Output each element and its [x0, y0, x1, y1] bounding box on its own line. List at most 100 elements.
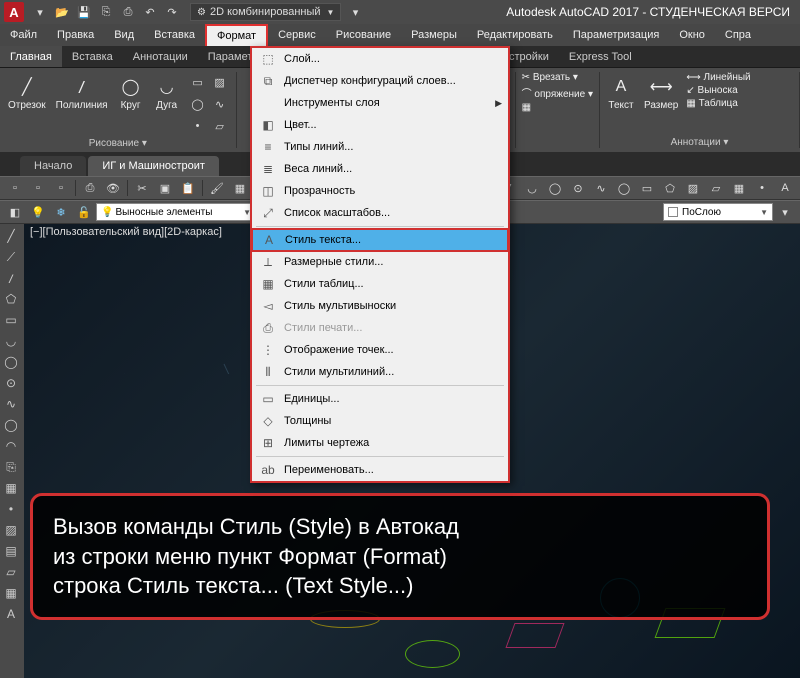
- format-menu-item-6[interactable]: ◫Прозрачность: [252, 180, 508, 202]
- tb-morecolor-icon[interactable]: ▾: [774, 202, 796, 222]
- menu-item-формат[interactable]: Формат: [205, 24, 268, 46]
- menu-item-вставка[interactable]: Вставка: [144, 24, 205, 46]
- format-menu-item-5[interactable]: ≣Веса линий...: [252, 158, 508, 180]
- tb-hatch2-icon[interactable]: ▨: [682, 178, 704, 198]
- qat-more-icon[interactable]: ▾: [345, 2, 365, 22]
- format-menu-item-2[interactable]: Инструменты слоя▶: [252, 92, 508, 114]
- spline-icon[interactable]: ∿: [210, 94, 230, 114]
- tb-rect2-icon[interactable]: ▭: [636, 178, 658, 198]
- tool-dimension[interactable]: ⟷Размер: [642, 72, 680, 113]
- tb-open-icon[interactable]: ▫: [27, 178, 49, 198]
- pal-txt-icon[interactable]: A: [0, 604, 22, 624]
- format-menu-item-15[interactable]: ⫴Стили мультилиний...: [252, 361, 508, 383]
- rect-icon[interactable]: ▭: [188, 72, 208, 92]
- tb-new-icon[interactable]: ▫: [4, 178, 26, 198]
- tool-text[interactable]: AТекст: [606, 72, 636, 113]
- color-dropdown[interactable]: ПоСлою ▼: [663, 203, 773, 221]
- format-menu-item-0[interactable]: ⬚Слой...: [252, 48, 508, 70]
- menu-item-размеры[interactable]: Размеры: [401, 24, 467, 46]
- ellipse-icon[interactable]: ◯: [188, 94, 208, 114]
- new-icon[interactable]: ▾: [30, 2, 50, 22]
- tool-circle[interactable]: ◯Круг: [116, 72, 146, 113]
- saveas-icon[interactable]: ⎘: [96, 2, 116, 22]
- menu-item-вид[interactable]: Вид: [104, 24, 144, 46]
- menu-item-правка[interactable]: Правка: [47, 24, 104, 46]
- tb-preview-icon[interactable]: 👁: [102, 178, 124, 198]
- pal-tbl-icon[interactable]: ▦: [0, 583, 22, 603]
- modify-item-3[interactable]: ▦: [522, 102, 531, 113]
- tool-polyline[interactable]: ⳆПолилиния: [54, 72, 110, 113]
- ribbon-tab-8[interactable]: Express Tool: [559, 46, 642, 67]
- format-menu-item-21[interactable]: abПереименовать...: [252, 459, 508, 481]
- workspace-dropdown[interactable]: ⚙ 2D комбинированный ▼: [190, 3, 341, 21]
- menu-item-спра[interactable]: Спра: [715, 24, 761, 46]
- doc-tab-0[interactable]: Начало: [20, 156, 86, 176]
- pal-hatch-icon[interactable]: ▨: [0, 520, 22, 540]
- open-icon[interactable]: 📂: [52, 2, 72, 22]
- menu-item-файл[interactable]: Файл: [0, 24, 47, 46]
- tb-match-icon[interactable]: 🖌: [206, 178, 228, 198]
- pal-line-icon[interactable]: ╱: [0, 226, 22, 246]
- ribbon-tab-1[interactable]: Вставка: [62, 46, 123, 67]
- tb-plot-icon[interactable]: ⎙: [79, 178, 101, 198]
- pal-pline-icon[interactable]: Ⳇ: [0, 268, 22, 288]
- tool-line[interactable]: ╱Отрезок: [6, 72, 48, 113]
- tb-lock-icon[interactable]: 🔓: [73, 202, 95, 222]
- pal-spl-icon[interactable]: ∿: [0, 394, 22, 414]
- panel-title-annotation[interactable]: Аннотации ▾: [606, 135, 793, 148]
- format-menu-item-11[interactable]: ▦Стили таблиц...: [252, 273, 508, 295]
- app-logo[interactable]: A: [4, 2, 24, 22]
- menu-item-рисование[interactable]: Рисование: [326, 24, 401, 46]
- ann-table[interactable]: ▦ Таблица: [686, 98, 750, 109]
- tb-pt-icon[interactable]: •: [751, 178, 773, 198]
- format-menu-item-4[interactable]: ≡Типы линий...: [252, 136, 508, 158]
- tb-poly-icon[interactable]: ⬠: [659, 178, 681, 198]
- layer-dropdown[interactable]: 💡 Выносные элементы ▼: [96, 203, 256, 221]
- modify-item-1[interactable]: ✂ Врезать ▾: [522, 72, 578, 83]
- tb-layer-icon[interactable]: ◧: [4, 202, 26, 222]
- tb-circ2-icon[interactable]: ◯: [544, 178, 566, 198]
- pal-ell-icon[interactable]: ◯: [0, 415, 22, 435]
- pal-ellarc-icon[interactable]: ◠: [0, 436, 22, 456]
- format-menu-item-14[interactable]: ⋮Отображение точек...: [252, 339, 508, 361]
- save-icon[interactable]: 💾: [74, 2, 94, 22]
- region-icon[interactable]: ▱: [210, 116, 230, 136]
- menu-item-параметризация[interactable]: Параметризация: [563, 24, 669, 46]
- plot-icon[interactable]: ⎙: [118, 2, 138, 22]
- tb-save-icon[interactable]: ▫: [50, 178, 72, 198]
- format-menu-item-17[interactable]: ▭Единицы...: [252, 388, 508, 410]
- tb-rev-icon[interactable]: ⊙: [567, 178, 589, 198]
- tb-bulb-icon[interactable]: 💡: [27, 202, 49, 222]
- menu-item-сервис[interactable]: Сервис: [268, 24, 326, 46]
- tb-spl-icon[interactable]: ∿: [590, 178, 612, 198]
- tb-tbl-icon[interactable]: ▦: [728, 178, 750, 198]
- point-icon[interactable]: •: [188, 116, 208, 136]
- undo-icon[interactable]: ↶: [140, 2, 160, 22]
- hatch-icon[interactable]: ▨: [210, 72, 230, 92]
- format-menu-item-12[interactable]: ◅Стиль мультивыноски: [252, 295, 508, 317]
- pal-xline-icon[interactable]: ⟋: [0, 247, 22, 267]
- tool-arc[interactable]: ◡Дуга: [152, 72, 182, 113]
- pal-grad-icon[interactable]: ▤: [0, 541, 22, 561]
- ribbon-tab-0[interactable]: Главная: [0, 46, 62, 67]
- format-menu-item-19[interactable]: ⊞Лимиты чертежа: [252, 432, 508, 454]
- format-menu-item-3[interactable]: ◧Цвет...: [252, 114, 508, 136]
- tb-cut-icon[interactable]: ✂: [131, 178, 153, 198]
- format-menu-item-18[interactable]: ◇Толщины: [252, 410, 508, 432]
- pal-poly-icon[interactable]: ⬠: [0, 289, 22, 309]
- tb-paste-icon[interactable]: 📋: [177, 178, 199, 198]
- tb-copy-icon[interactable]: ▣: [154, 178, 176, 198]
- format-menu-item-1[interactable]: ⧉Диспетчер конфигураций слоев...: [252, 70, 508, 92]
- pal-reg-icon[interactable]: ▱: [0, 562, 22, 582]
- panel-title-draw[interactable]: Рисование ▾: [6, 136, 230, 149]
- doc-tab-1[interactable]: ИГ и Машиностроит: [88, 156, 219, 176]
- pal-ins-icon[interactable]: ⎘: [0, 457, 22, 477]
- tb-arc2-icon[interactable]: ◡: [521, 178, 543, 198]
- tb-ell-icon[interactable]: ◯: [613, 178, 635, 198]
- menu-item-окно[interactable]: Окно: [669, 24, 715, 46]
- format-menu-item-10[interactable]: ⟂Размерные стили...: [252, 251, 508, 273]
- redo-icon[interactable]: ↷: [162, 2, 182, 22]
- tb-txt-icon[interactable]: A: [774, 178, 796, 198]
- tb-block-icon[interactable]: ▦: [229, 178, 251, 198]
- pal-arc-icon[interactable]: ◡: [0, 331, 22, 351]
